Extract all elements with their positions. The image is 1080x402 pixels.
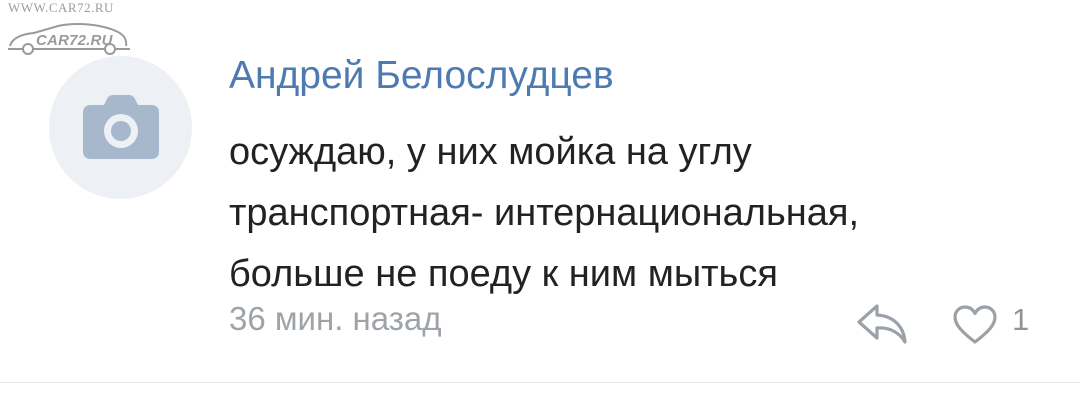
watermark: WWW.CAR72.RU CAR72.RU [6, 0, 136, 56]
reply-arrow-icon [857, 304, 907, 344]
comment-text-line: осуждаю, у них мойка на углу [229, 131, 752, 173]
reply-button[interactable] [855, 302, 909, 346]
comment-text-line: больше не поеду к ним мыться [229, 253, 778, 295]
avatar[interactable] [49, 56, 192, 199]
comment-time[interactable]: 36 мин. назад [229, 300, 442, 338]
heart-outline-icon [953, 305, 997, 344]
like-count: 1 [1012, 302, 1030, 337]
comment-text-line: транспортная- интернациональная, [229, 192, 860, 234]
watermark-logo-text: CAR72.RU [36, 32, 113, 49]
divider [0, 382, 1080, 383]
comment-author[interactable]: Андрей Белослудцев [229, 54, 614, 98]
watermark-url: WWW.CAR72.RU [8, 0, 114, 15]
like-button[interactable]: 1 [952, 300, 1042, 348]
camera-icon [83, 95, 159, 159]
comment-text: осуждаю, у них мойка на углу транспортна… [229, 122, 1029, 305]
